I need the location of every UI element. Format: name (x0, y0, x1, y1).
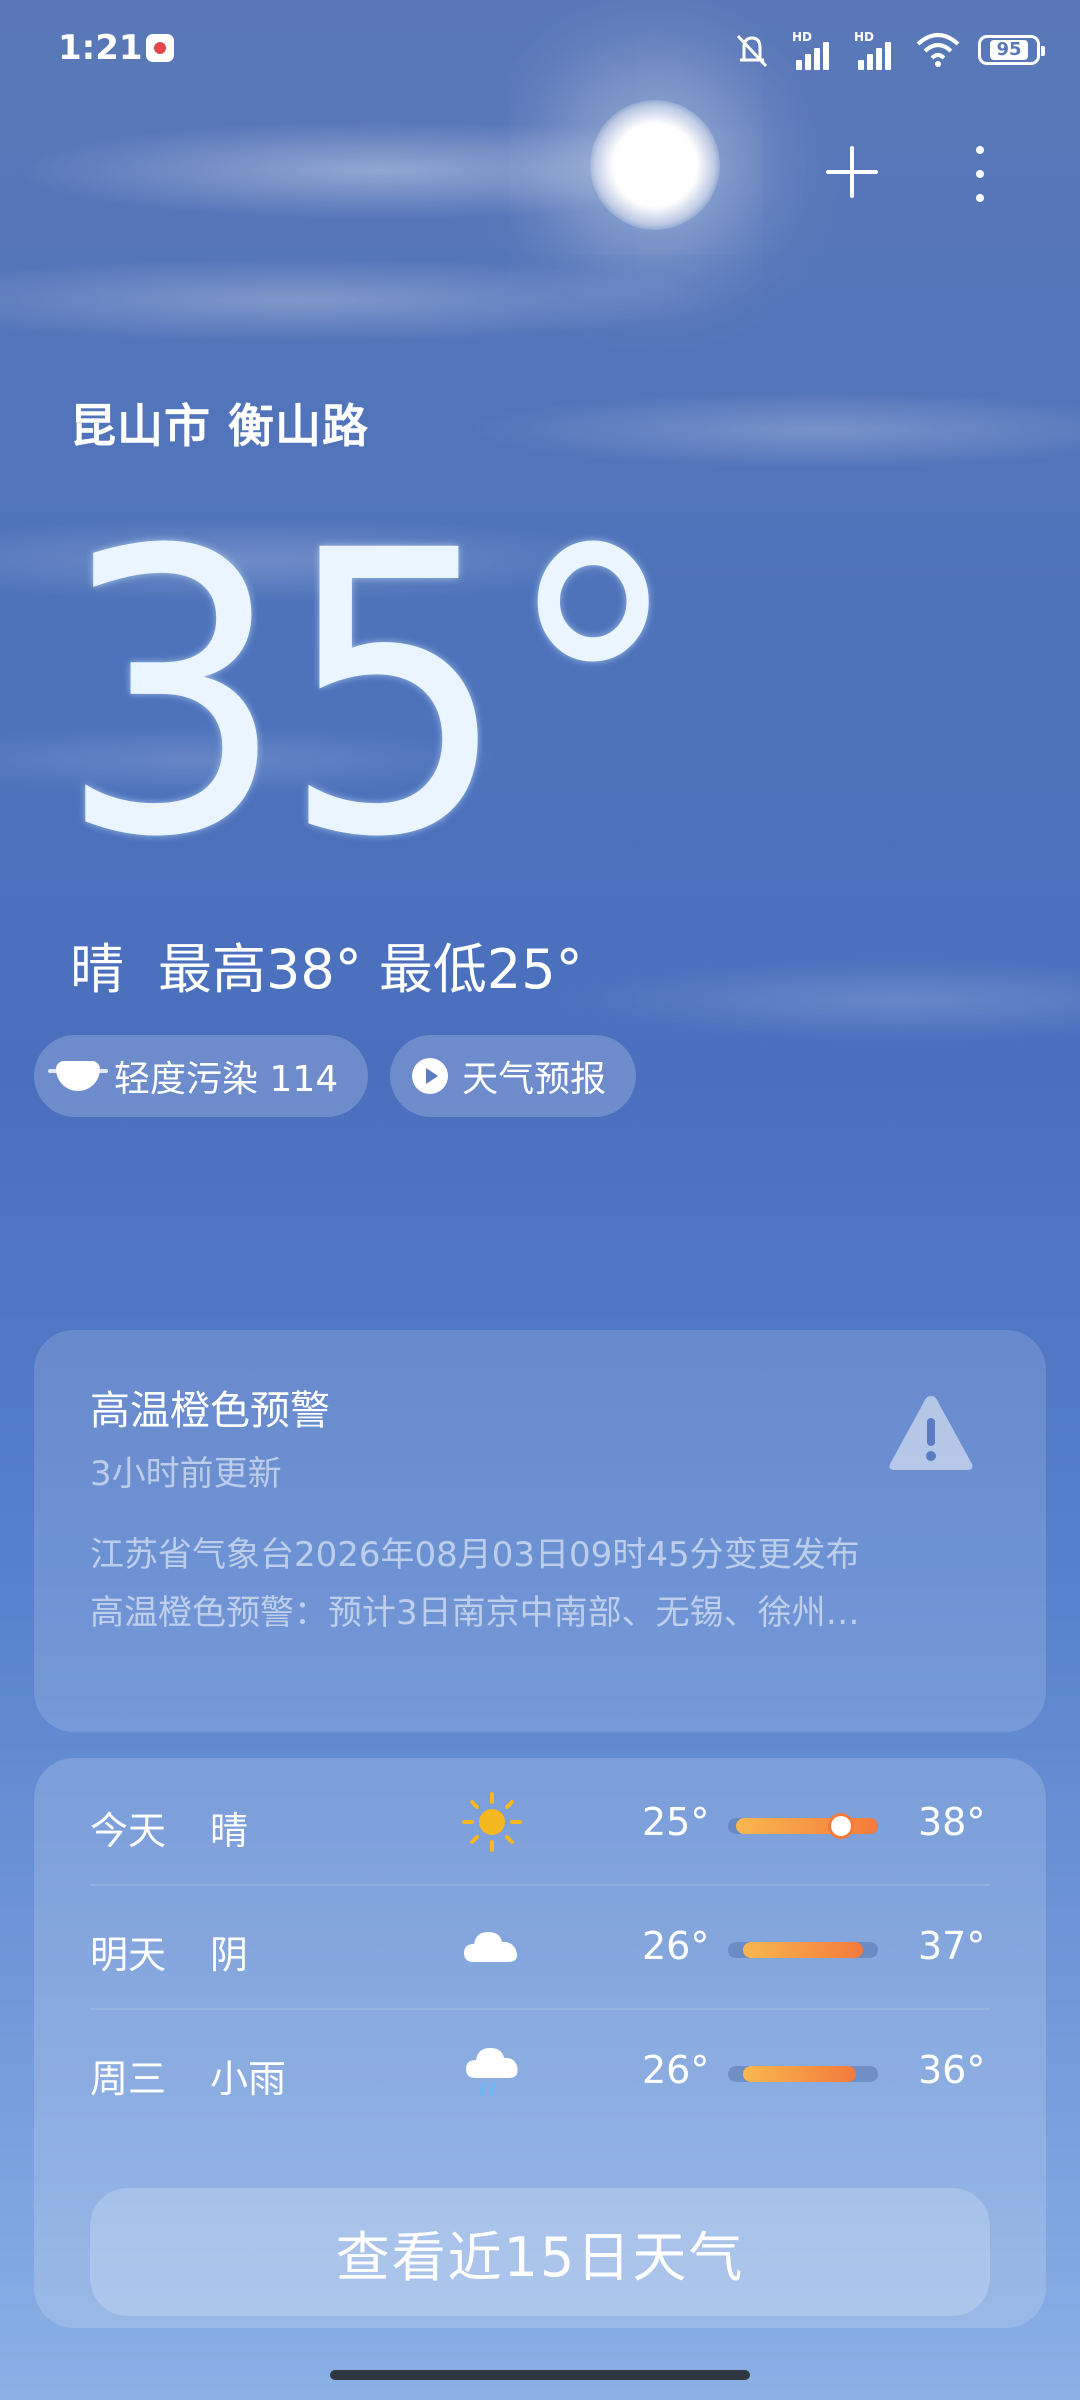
battery-level: 95 (990, 40, 1028, 60)
alert-title: 高温橙色预警 (90, 1388, 330, 1434)
status-icons: HD HD 95 (730, 28, 1045, 72)
current-temperature: 35° (58, 468, 683, 922)
condition-line: 晴 最高38° 最低25° (70, 925, 583, 1004)
forecast-condition: 晴 (210, 1809, 249, 1853)
home-indicator[interactable] (330, 2370, 750, 2380)
add-city-button[interactable] (820, 140, 884, 204)
status-time: 1:21 (58, 28, 143, 68)
dot-icon (976, 194, 984, 202)
temperature-range-bar (728, 1816, 878, 1836)
forecast-row[interactable]: 明天 阴 26° 37° (90, 1884, 990, 2008)
mute-icon (736, 34, 768, 68)
forecast-card: 今天 晴 25° 38° 明天 阴 26° 37° 周三 小雨 26° 36° … (34, 1758, 1046, 2328)
weather-forecast-video-pill[interactable]: 天气预报 (390, 1035, 637, 1117)
current-condition: 晴 (70, 938, 124, 1001)
forecast-row[interactable]: 周三 小雨 26° 36° (90, 2008, 990, 2132)
forecast-row[interactable]: 今天 晴 25° 38° (90, 1760, 990, 1884)
warning-icon (889, 1396, 973, 1470)
alert-body: 江苏省气象台2026年08月03日09时45分变更发布 高温橙色预警：预计3日南… (90, 1526, 1020, 1642)
dot-icon (976, 146, 984, 154)
alert-body-line: 江苏省气象台2026年08月03日09时45分变更发布 (90, 1535, 860, 1575)
forecast-high: 38° (918, 1800, 986, 1844)
sun-glare (590, 100, 720, 230)
wifi-icon (916, 33, 960, 67)
temperature-range-fill (735, 1818, 878, 1834)
dot-icon (976, 170, 984, 178)
info-pills: 轻度污染 114 天气预报 (34, 1035, 637, 1117)
forecast-high: 37° (918, 1924, 986, 1968)
forecast-low: 26° (642, 1924, 710, 1968)
high-low-temperature: 最高38° 最低25° (158, 938, 583, 1001)
status-bar: 1:21 HD HD 95 (0, 0, 1080, 100)
alert-updated-time: 3小时前更新 (90, 1454, 282, 1494)
location-title[interactable]: 昆山市 衡山路 (70, 390, 369, 456)
forecast-low: 26° (642, 2048, 710, 2092)
rain-cloud-icon (466, 2048, 518, 2096)
signal-icon: HD (854, 30, 898, 70)
signal-icon: HD (792, 30, 836, 70)
temperature-range-bar (728, 1942, 878, 1958)
weather-alert-card[interactable]: 高温橙色预警 3小时前更新 江苏省气象台2026年08月03日09时45分变更发… (34, 1330, 1046, 1732)
air-quality-pill[interactable]: 轻度污染 114 (34, 1035, 369, 1117)
air-quality-label: 轻度污染 114 (114, 1059, 339, 1100)
play-icon (412, 1058, 449, 1094)
cloud-icon (464, 1932, 517, 1962)
forecast-day: 周三 (90, 2057, 167, 2101)
temperature-range-bar (728, 2066, 878, 2082)
weather-forecast-label: 天气预报 (462, 1059, 607, 1100)
forecast-condition: 阴 (210, 1933, 249, 1977)
forecast-high: 36° (918, 2048, 986, 2092)
view-15-day-forecast-button[interactable]: 查看近15日天气 (90, 2188, 990, 2316)
temperature-range-fill (743, 1942, 863, 1958)
battery-icon: 95 (978, 35, 1045, 65)
more-options-button[interactable] (960, 142, 1000, 206)
app-notification-icon (146, 34, 174, 62)
forecast-day: 今天 (90, 1809, 167, 1853)
forecast-low: 25° (642, 1800, 710, 1844)
sun-icon (462, 1792, 522, 1852)
alert-body-line: 高温橙色预警：预计3日南京中南部、无锡、徐州… (90, 1593, 860, 1633)
forecast-condition: 小雨 (210, 2057, 287, 2101)
mask-icon (48, 1061, 108, 1091)
current-temperature-marker (830, 1816, 851, 1836)
temperature-range-fill (743, 2066, 856, 2082)
forecast-day: 明天 (90, 1933, 167, 1977)
